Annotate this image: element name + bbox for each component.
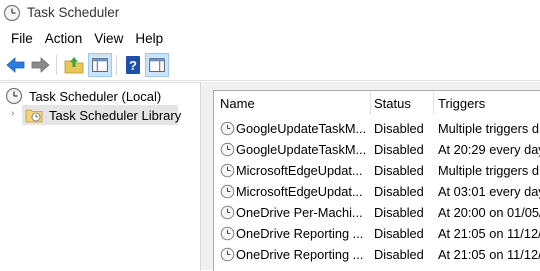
up-folder-icon[interactable] — [62, 53, 86, 77]
task-name: OneDrive Reporting ... — [236, 247, 364, 262]
back-arrow-icon[interactable] — [4, 53, 28, 77]
chevron-right-icon[interactable]: › — [11, 108, 14, 119]
table-row[interactable]: GoogleUpdateTaskM... Disabled Multiple t… — [214, 118, 540, 139]
table-row[interactable]: OneDrive Per-Machi... Disabled At 20:00 … — [214, 202, 540, 223]
title-bar: Task Scheduler — [0, 0, 540, 26]
task-clock-icon — [220, 163, 235, 178]
menu-view[interactable]: View — [88, 31, 129, 46]
menu-help[interactable]: Help — [129, 31, 169, 46]
task-name: OneDrive Reporting ... — [236, 226, 364, 241]
task-triggers: At 20:00 on 01/05/ — [438, 205, 540, 220]
task-triggers: At 20:29 every day — [438, 142, 540, 157]
clock-icon — [5, 87, 23, 105]
task-clock-icon — [220, 247, 235, 262]
tree-root-label: Task Scheduler (Local) — [29, 89, 162, 104]
clock-icon — [3, 4, 21, 22]
task-name: OneDrive Per-Machi... — [236, 205, 363, 220]
table-row[interactable]: GoogleUpdateTaskM... Disabled At 20:29 e… — [214, 139, 540, 160]
task-list: Name Status Triggers GoogleUpdateTaskM..… — [213, 90, 540, 271]
task-status: Disabled — [374, 205, 424, 220]
task-triggers: At 21:05 on 11/12/ — [438, 247, 540, 262]
toolbar-separator — [116, 55, 117, 75]
table-row[interactable]: MicrosoftEdgeUpdat... Disabled At 03:01 … — [214, 181, 540, 202]
task-clock-icon — [220, 121, 235, 136]
help-icon[interactable]: ? — [121, 53, 145, 77]
folder-clock-icon — [25, 109, 43, 123]
task-triggers: At 03:01 every day — [438, 184, 540, 199]
menu-file[interactable]: File — [0, 31, 39, 46]
table-row[interactable]: OneDrive Reporting ... Disabled At 21:05… — [214, 223, 540, 244]
forward-arrow-icon[interactable] — [28, 53, 52, 77]
results-pane: Name Status Triggers GoogleUpdateTaskM..… — [211, 82, 540, 271]
task-triggers: Multiple triggers d — [438, 121, 539, 136]
window-title: Task Scheduler — [27, 5, 120, 20]
task-triggers: At 21:05 on 11/12/ — [438, 226, 540, 241]
task-status: Disabled — [374, 247, 424, 262]
column-divider[interactable] — [370, 91, 371, 115]
task-status: Disabled — [374, 163, 424, 178]
menu-bar: File Action View Help — [0, 27, 540, 49]
task-name: GoogleUpdateTaskM... — [236, 121, 367, 136]
svg-text:?: ? — [129, 58, 137, 73]
task-name: GoogleUpdateTaskM... — [236, 142, 367, 157]
list-header: Name Status Triggers — [214, 91, 540, 115]
tree-item-library[interactable]: › Task Scheduler Library — [0, 105, 182, 125]
task-status: Disabled — [374, 121, 424, 136]
table-row[interactable]: OneDrive Reporting ... Disabled At 21:05… — [214, 244, 540, 265]
task-clock-icon — [220, 184, 235, 199]
toolbar-separator — [56, 55, 57, 75]
console-tree-icon[interactable] — [88, 53, 112, 77]
task-status: Disabled — [374, 142, 424, 157]
task-clock-icon — [220, 205, 235, 220]
task-triggers: Multiple triggers d — [438, 163, 539, 178]
task-status: Disabled — [374, 184, 424, 199]
table-row[interactable]: MicrosoftEdgeUpdat... Disabled Multiple … — [214, 160, 540, 181]
console-tree: Task Scheduler (Local) › Task Scheduler … — [0, 82, 201, 271]
column-triggers[interactable]: Triggers — [438, 96, 485, 111]
pane-splitter[interactable] — [201, 82, 211, 270]
column-name[interactable]: Name — [220, 96, 255, 111]
task-clock-icon — [220, 226, 235, 241]
column-divider[interactable] — [433, 91, 434, 115]
task-status: Disabled — [374, 226, 424, 241]
action-pane-icon[interactable] — [145, 53, 169, 77]
task-name: MicrosoftEdgeUpdat... — [236, 163, 363, 178]
task-name: MicrosoftEdgeUpdat... — [236, 184, 363, 199]
toolbar: ? — [0, 50, 540, 81]
column-status[interactable]: Status — [374, 96, 411, 111]
menu-action[interactable]: Action — [39, 31, 89, 46]
tree-child-label: Task Scheduler Library — [49, 108, 182, 123]
task-clock-icon — [220, 142, 235, 157]
